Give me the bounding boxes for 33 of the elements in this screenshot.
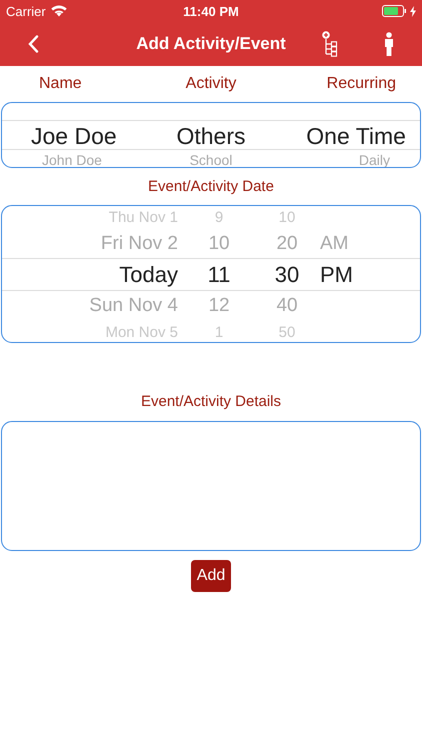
picker-option[interactable]: 30: [274, 262, 300, 288]
picker-option[interactable]: Today: [119, 262, 178, 288]
picker-option[interactable]: 20: [276, 233, 298, 255]
picker-option[interactable]: PM: [320, 262, 353, 288]
picker-option[interactable]: Others: [176, 122, 246, 150]
picker-option[interactable]: One Time: [306, 122, 406, 150]
picker-option[interactable]: 12: [208, 295, 230, 317]
add-button[interactable]: Add: [191, 560, 231, 592]
hierarchy-add-button[interactable]: [320, 29, 340, 59]
picker-option[interactable]: 11: [208, 262, 230, 288]
chevron-left-icon: [28, 35, 39, 53]
hierarchy-plus-icon: [322, 31, 338, 57]
picker-option[interactable]: Fri Nov 2: [100, 233, 178, 255]
column-header: Activity: [186, 75, 236, 93]
picker-option[interactable]: John Doe: [42, 152, 102, 167]
section-title: Event/Activity Date: [147, 178, 275, 196]
column-header: Recurring: [326, 75, 396, 93]
carrier-label: Carrier: [6, 4, 46, 18]
picker-option[interactable]: 10: [208, 233, 230, 255]
picker-option[interactable]: AM: [320, 233, 348, 255]
column-header: Name: [39, 75, 82, 93]
section-title: Event/Activity Details: [140, 393, 282, 411]
person-icon: [384, 32, 394, 56]
picker-option[interactable]: School: [190, 152, 232, 167]
person-button[interactable]: [382, 30, 396, 58]
battery-icon: [382, 5, 407, 17]
picker-option[interactable]: Joe Doe: [31, 122, 117, 150]
wifi-icon: [50, 5, 67, 17]
picker-option[interactable]: Sun Nov 4: [89, 295, 178, 317]
charging-bolt-icon: [410, 6, 416, 16]
screen-title: Add Activity/Event: [136, 34, 286, 54]
picker-option[interactable]: 40: [276, 295, 298, 317]
clock-time: 11:40 PM: [183, 4, 239, 18]
